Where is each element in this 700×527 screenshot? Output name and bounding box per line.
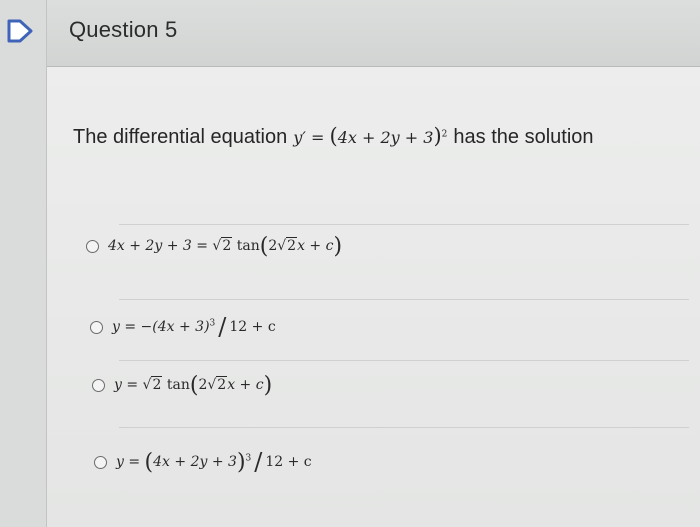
option-3-func: tan (166, 377, 190, 393)
question-body: The differential equation y′ = (4x + 2y +… (47, 67, 700, 527)
option-2-rhs: 12 + c (229, 319, 276, 335)
option-divider (119, 427, 689, 428)
prompt-equation: y′ = (4x + 2y + 3)2 (293, 124, 448, 148)
radio-button[interactable] (94, 455, 107, 469)
option-3-lhs: y = (114, 377, 139, 393)
question-header: Question 5 (47, 0, 700, 67)
equation-close-paren: ) (433, 124, 442, 148)
option-divider (119, 360, 689, 361)
option-4-lhs: y = (116, 454, 141, 470)
question-title: Question 5 (69, 17, 178, 42)
option-divider (119, 299, 689, 300)
option-3-close-paren: ) (263, 373, 273, 398)
equation-lhs: y′ = (293, 128, 325, 147)
option-3-math: y = √2 tan(2√2x + c) (114, 373, 272, 398)
option-4-math: y = (4x + 2y + 3)3/12 + c (116, 448, 312, 476)
option-4-rhs: 12 + c (265, 454, 312, 470)
option-4-power: 3 (245, 453, 252, 464)
option-divider (119, 224, 689, 225)
question-flag-icon[interactable] (6, 18, 36, 44)
option-2-slash: / (218, 313, 227, 341)
sqrt-symbol: √ (212, 238, 222, 254)
equation-power: 2 (441, 129, 448, 140)
sqrt-symbol: √ (207, 377, 217, 393)
option-2-math: y = −(4x + 3)3/12 + c (112, 313, 276, 341)
option-4-close-paren: ) (236, 450, 246, 475)
answer-option-4[interactable]: y = (4x + 2y + 3)3/12 + c (94, 448, 312, 476)
answer-option-3[interactable]: y = √2 tan(2√2x + c) (92, 373, 272, 398)
equation-inner: 4x + 2y + 3 (337, 128, 434, 147)
option-1-func: tan (236, 238, 260, 254)
sqrt-symbol: √ (277, 238, 287, 254)
prompt-text-after: has the solution (453, 126, 594, 148)
option-4-open-paren: ( (144, 450, 154, 475)
option-1-close-paren: ) (333, 234, 343, 259)
question-prompt: The differential equation y′ = (4x + 2y +… (73, 124, 594, 149)
equation-open-paren: ( (329, 124, 338, 148)
option-4-inner: 4x + 2y + 3 (153, 454, 237, 470)
option-2-lhs: y = −(4x + 3) (112, 319, 210, 335)
option-1-arg-b: x + c (297, 238, 334, 254)
radio-button[interactable] (86, 240, 99, 253)
radio-button[interactable] (90, 320, 103, 334)
option-1-arg-a: 2 (268, 238, 278, 254)
option-2-power: 3 (209, 318, 216, 329)
radio-button[interactable] (92, 379, 105, 392)
option-1-lhs: 4x + 2y + 3 = (108, 238, 208, 254)
option-1-math: 4x + 2y + 3 = √2 tan(2√2x + c) (108, 234, 342, 259)
answer-option-2[interactable]: y = −(4x + 3)3/12 + c (90, 313, 276, 341)
prompt-text-before: The differential equation (73, 126, 288, 148)
quiz-screen: Question 5 The differential equation y′ =… (0, 0, 700, 527)
question-status-strip (0, 0, 47, 527)
option-3-root: 2 (151, 376, 163, 393)
option-3-arg-root: 2 (216, 376, 228, 393)
answer-option-1[interactable]: 4x + 2y + 3 = √2 tan(2√2x + c) (86, 234, 342, 259)
option-3-arg-b: x + c (227, 377, 264, 393)
option-4-slash: / (254, 448, 263, 476)
option-1-root: 2 (221, 237, 233, 254)
option-1-arg-root: 2 (286, 237, 298, 254)
